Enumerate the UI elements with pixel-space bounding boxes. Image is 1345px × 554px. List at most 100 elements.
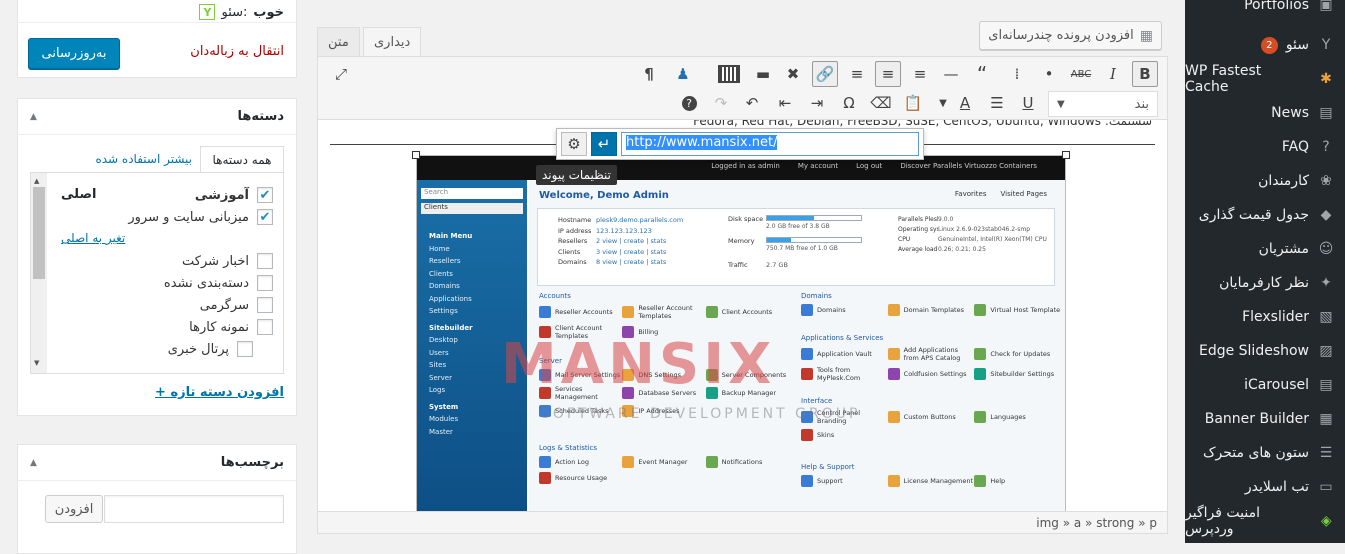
add-tag-button[interactable]: افزودن [45, 495, 103, 523]
resize-handle-tl[interactable] [412, 151, 420, 159]
outdent-icon[interactable]: ⇤ [772, 90, 798, 116]
redo-icon[interactable]: ↷ [708, 90, 734, 116]
plesk-info-key: Domains [558, 258, 587, 266]
italic-icon[interactable]: I [1100, 61, 1126, 87]
admin-menu-item[interactable]: Flexslider ▧ [1185, 300, 1345, 334]
fullscreen-icon[interactable]: ⤢ [328, 61, 354, 87]
admin-menu-item[interactable]: مشتریان ☺ [1185, 232, 1345, 266]
link-settings-button[interactable]: ⚙ [561, 132, 587, 156]
align-right-icon[interactable]: ≡ [844, 61, 870, 87]
tag-input[interactable] [104, 495, 284, 523]
category-item[interactable]: پرتال خبری [168, 341, 253, 357]
scroll-down-icon[interactable]: ▼ [34, 359, 39, 367]
plesk-help-grid: Support License Management Help [801, 475, 1061, 487]
link-apply-button[interactable]: ↵ [591, 132, 617, 156]
text-color-icon[interactable]: A [952, 90, 978, 116]
resize-handle-tr[interactable] [1062, 151, 1070, 159]
indent-icon[interactable]: ⇥ [804, 90, 830, 116]
plesk-info-value: 3 view | create | stats [596, 247, 667, 256]
collapse-arrow-icon[interactable]: ▲ [30, 112, 37, 122]
read-more-icon[interactable]: ▬ [750, 61, 776, 87]
horizontal-line-icon[interactable]: — [938, 61, 964, 87]
plesk-tool-icon [539, 472, 551, 484]
editor-content[interactable]: Fedora, Red Hat, Debian, FreeBSD, SuSE, … [317, 120, 1168, 512]
embedded-image[interactable]: Logged in as admin My account Log out Disco… [416, 155, 1066, 511]
numbered-list-icon[interactable]: ⁞ [1004, 61, 1030, 87]
link-icon[interactable]: 🔗 [812, 61, 838, 87]
update-button[interactable]: به‌روزرسانی [28, 38, 120, 69]
category-list[interactable]: ▲ ▼ آموزشی ✔ اصلی میزبانی سایت و سرور ✔ تغیر … [30, 172, 284, 374]
plesk-memory-note: 750.7 MB free of 1.0 GB [766, 245, 838, 252]
admin-menu-item[interactable]: Portfolios ▣ [1185, 0, 1345, 22]
category-item[interactable]: سرگرمی [200, 297, 273, 313]
link-url-input[interactable]: http://www.mansix.net/ [621, 132, 919, 156]
move-to-trash-link[interactable]: انتقال به زباله‌دان [190, 44, 284, 59]
checkbox-checked[interactable]: ✔ [257, 187, 273, 203]
help-icon[interactable]: ? [676, 90, 702, 116]
add-media-button[interactable]: افزودن پرونده چندرسانه‌ای ▦ [979, 21, 1162, 50]
checkbox[interactable] [257, 319, 273, 335]
underline-icon[interactable]: U [1015, 90, 1041, 116]
tab-text[interactable]: متن [317, 27, 360, 56]
checkbox[interactable] [257, 297, 273, 313]
undo-icon[interactable]: ↶ [739, 90, 765, 116]
admin-menu-item[interactable]: News ▤ [1185, 96, 1345, 130]
plesk-sys-value: 9.0.0 [938, 216, 954, 223]
admin-menu-item[interactable]: نظر کارفرمایان ✦ [1185, 266, 1345, 300]
tab-all-categories[interactable]: همه دسته‌ها [200, 146, 284, 172]
category-item[interactable]: اخبار شرکت [182, 253, 273, 269]
plesk-tool-item: Reseller Account Templates [622, 304, 705, 320]
checkbox[interactable] [257, 253, 273, 269]
toolbar-toggle-icon[interactable] [716, 61, 742, 87]
unlink-icon[interactable]: ✖ [780, 61, 806, 87]
tab-most-used[interactable]: بیشتر استفاده شده [95, 146, 192, 172]
scrollbar[interactable]: ▲ ▼ [31, 173, 47, 373]
checkbox[interactable] [237, 341, 253, 357]
collapse-arrow-icon[interactable]: ▲ [30, 458, 37, 468]
admin-menu-item[interactable]: تب اسلایدر ▭ [1185, 470, 1345, 504]
users-group-icon[interactable]: ♟ [670, 61, 696, 87]
admin-menu-label: WP Fastest Cache [1185, 63, 1262, 95]
plesk-logs-grid: Action Log Event Manager Notifications Reso… [539, 456, 789, 484]
tab-visual[interactable]: دیداری [363, 27, 422, 56]
plesk-tool-item: License Management [887, 475, 975, 487]
clear-formatting-icon[interactable]: ⌫ [868, 90, 894, 116]
admin-menu-item[interactable]: FAQ? [1185, 130, 1345, 164]
format-select[interactable]: ▼ بند [1048, 91, 1158, 117]
admin-menu-item[interactable]: iCarousel ▤ [1185, 368, 1345, 402]
admin-menu-item[interactable]: Banner Builder ▦ [1185, 402, 1345, 436]
align-left-icon[interactable]: ≡ [907, 61, 933, 87]
categories-box-header[interactable]: ▲ دسته‌ها [18, 99, 296, 135]
admin-menu-item[interactable]: 2 سئو Y [1185, 28, 1345, 62]
add-new-category-link[interactable]: + افزودن دسته تازه [155, 385, 284, 400]
admin-menu-item[interactable]: امنیت فراگیر وردپرس ◈ [1185, 504, 1345, 538]
admin-menu-item[interactable]: جدول قیمت گذاری ◆ [1185, 198, 1345, 232]
checkbox-checked[interactable]: ✔ [257, 209, 273, 225]
admin-menu-item[interactable]: کارمندان ❀ [1185, 164, 1345, 198]
special-character-icon[interactable]: Ω [836, 90, 862, 116]
scrollbar-thumb[interactable] [33, 187, 45, 279]
justify-icon[interactable]: ☰ [984, 90, 1010, 116]
make-primary-link[interactable]: تغیر به اصلی [61, 231, 125, 245]
scroll-up-icon[interactable]: ▲ [34, 177, 39, 185]
plesk-nav: Main Menu Home Resellers Clients Domains Appl… [429, 226, 473, 438]
bullet-list-icon[interactable]: • [1036, 61, 1062, 87]
strikethrough-icon[interactable]: ABC [1068, 61, 1094, 87]
rtl-icon[interactable]: ¶ [636, 61, 662, 87]
category-item[interactable]: میزبانی سایت و سرور ✔ [128, 209, 273, 225]
tags-box-header[interactable]: ▲ برچسب‌ها [18, 445, 296, 481]
category-item[interactable]: آموزشی ✔ [195, 187, 273, 203]
align-center-icon[interactable]: ≡ [875, 61, 901, 87]
checkbox[interactable] [257, 275, 273, 291]
plesk-sys-value: GenuineIntel, Intel(R) Xeon(TM) CPU 2.40… [938, 236, 1048, 243]
admin-menu-item[interactable]: ستون های متحرک ☰ [1185, 436, 1345, 470]
category-item[interactable]: دسته‌بندی نشده [164, 275, 273, 291]
plesk-nav-item: Clients [429, 269, 453, 278]
bold-icon[interactable]: B [1132, 61, 1158, 87]
blockquote-icon[interactable]: “ [969, 61, 995, 87]
category-item[interactable]: نمونه کارها [189, 319, 273, 335]
paste-text-icon[interactable]: 📋 [900, 90, 926, 116]
admin-menu-item[interactable]: WP Fastest Cache ✱ [1185, 62, 1345, 96]
plesk-tool-label: Resource Usage [555, 474, 608, 482]
admin-menu-item[interactable]: Edge Slideshow ▨ [1185, 334, 1345, 368]
